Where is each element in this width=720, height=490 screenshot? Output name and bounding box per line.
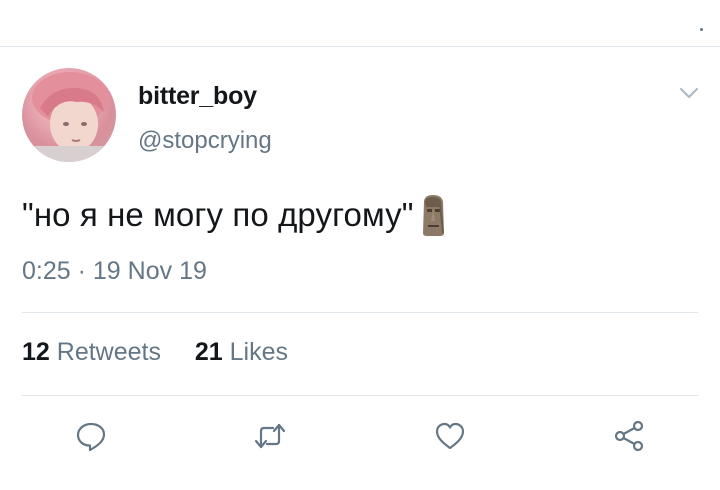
retweets-label: Retweets: [56, 338, 161, 366]
retweet-icon: [254, 423, 286, 449]
tweet-page: bitter_boy @stopcrying "но я не могу по …: [0, 0, 720, 490]
share-icon: [614, 420, 644, 452]
tweet-time: 0:25: [22, 257, 71, 285]
chevron-down-icon[interactable]: [678, 84, 700, 102]
stats-bottom-divider: [22, 395, 698, 396]
tweet-meta: 0:25 · 19 Nov 19: [22, 257, 207, 286]
like-button[interactable]: [433, 419, 467, 453]
tweet-text-body: "но я не могу по другому": [22, 196, 414, 233]
retweet-button[interactable]: [253, 419, 287, 453]
top-divider: [0, 46, 720, 47]
tweet-stats: 12 Retweets 21 Likes: [22, 338, 288, 367]
reply-button[interactable]: [74, 419, 108, 453]
retweets-count: 12: [22, 338, 50, 366]
likes-count: 21: [194, 338, 223, 366]
meta-separator: ·: [77, 257, 86, 285]
stats-top-divider: [22, 312, 698, 313]
retweets-stat[interactable]: 12 Retweets: [22, 338, 168, 366]
likes-stat[interactable]: 21 Likes: [195, 338, 288, 366]
moai-emoji-icon: [418, 193, 448, 237]
tweet-text: "но я не могу по другому": [22, 193, 448, 237]
author-display-name[interactable]: bitter_boy: [138, 82, 257, 111]
avatar[interactable]: [22, 68, 116, 162]
status-dot: [700, 28, 703, 31]
tweet-date: 19 Nov 19: [92, 257, 207, 285]
author-handle[interactable]: @stopcrying: [138, 127, 272, 155]
avatar-image: [22, 72, 116, 162]
likes-label: Likes: [229, 338, 289, 366]
heart-icon: [435, 422, 465, 450]
reply-icon: [76, 422, 106, 452]
share-button[interactable]: [612, 419, 646, 453]
